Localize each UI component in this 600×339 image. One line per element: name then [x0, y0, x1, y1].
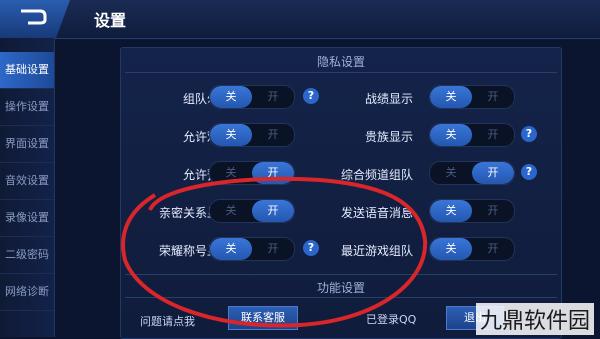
toggle-on-option[interactable]: 开 [252, 86, 294, 108]
toggle-off-option[interactable]: 关 [430, 162, 472, 184]
sidebar-item-controls[interactable]: 操作设置 [0, 89, 54, 126]
divider [125, 297, 557, 298]
help-prompt-text: 问题请点我 [140, 315, 195, 328]
sidebar-item-basic[interactable]: 基础设置 [0, 52, 54, 89]
row-label: 战绩显示 [364, 92, 413, 106]
toggle-on-option[interactable]: 开 [252, 162, 294, 184]
row-label: 综合频道组队 [340, 168, 413, 182]
toggle-off-option[interactable]: 关 [430, 238, 472, 260]
row-label: 贵族显示 [364, 130, 413, 144]
header-bar: 设置 [0, 0, 600, 39]
toggle-on-option[interactable]: 开 [252, 200, 294, 222]
page-title: 设置 [94, 11, 127, 30]
toggle-on-option[interactable]: 开 [252, 238, 294, 260]
toggle-on-option[interactable]: 开 [472, 162, 514, 184]
sidebar-item-network[interactable]: 网络诊断 [0, 274, 54, 311]
login-status: 已登录QQ [366, 313, 417, 326]
toggle-off-option[interactable]: 关 [430, 200, 472, 222]
toggle-off-option[interactable]: 关 [210, 162, 252, 184]
toggle-off-option[interactable]: 关 [430, 124, 472, 146]
sidebar: 基础设置 操作设置 界面设置 音效设置 录像设置 二级密码 网络诊断 [0, 38, 55, 337]
team-dnd-toggle[interactable]: 关 开 [209, 85, 295, 109]
sidebar-item-password[interactable]: 二级密码 [0, 237, 54, 274]
toggle-off-option[interactable]: 关 [210, 200, 252, 222]
noble-display-toggle[interactable]: 关 开 [429, 123, 515, 147]
row-label: 发送语音消息 [340, 206, 413, 220]
allow-reserve-toggle[interactable]: 关 开 [209, 161, 295, 185]
row-label: 最近游戏组队 [340, 244, 413, 258]
recent-team-toggle[interactable]: 关 开 [429, 237, 515, 261]
toggle-off-option[interactable]: 关 [210, 124, 252, 146]
allow-spectate-toggle[interactable]: 关 开 [209, 123, 295, 147]
voice-message-toggle[interactable]: 关 开 [429, 199, 515, 223]
toggle-on-option[interactable]: 开 [472, 86, 514, 108]
contact-support-button[interactable]: 联系客服 [228, 306, 298, 330]
function-section-title: 功能设置 [316, 281, 365, 295]
privacy-section-title: 隐私设置 [316, 55, 365, 69]
sidebar-item-replay[interactable]: 录像设置 [0, 200, 54, 237]
toggle-on-option[interactable]: 开 [472, 238, 514, 260]
channel-team-toggle[interactable]: 关 开 [429, 161, 515, 185]
record-display-toggle[interactable]: 关 开 [429, 85, 515, 109]
toggle-off-option[interactable]: 关 [210, 86, 252, 108]
toggle-off-option[interactable]: 关 [210, 238, 252, 260]
settings-panel: 隐私设置 组队勿扰 关 开 ? 战绩显示 关 开 允许观战 关 开 贵族显示 关… [120, 47, 562, 339]
intimacy-display-toggle[interactable]: 关 开 [209, 199, 295, 223]
back-button[interactable] [0, 0, 70, 38]
divider [125, 274, 557, 275]
divider [125, 72, 557, 73]
sidebar-item-interface[interactable]: 界面设置 [0, 126, 54, 163]
toggle-on-option[interactable]: 开 [472, 124, 514, 146]
toggle-on-option[interactable]: 开 [252, 124, 294, 146]
toggle-off-option[interactable]: 关 [430, 86, 472, 108]
back-arrow-icon [21, 9, 47, 25]
help-icon[interactable]: ? [521, 164, 537, 180]
sidebar-item-sound[interactable]: 音效设置 [0, 163, 54, 200]
help-icon[interactable]: ? [521, 126, 537, 142]
honor-title-toggle[interactable]: 关 开 [209, 237, 295, 261]
watermark: 九鼎软件园 [475, 303, 594, 335]
toggle-on-option[interactable]: 开 [472, 200, 514, 222]
